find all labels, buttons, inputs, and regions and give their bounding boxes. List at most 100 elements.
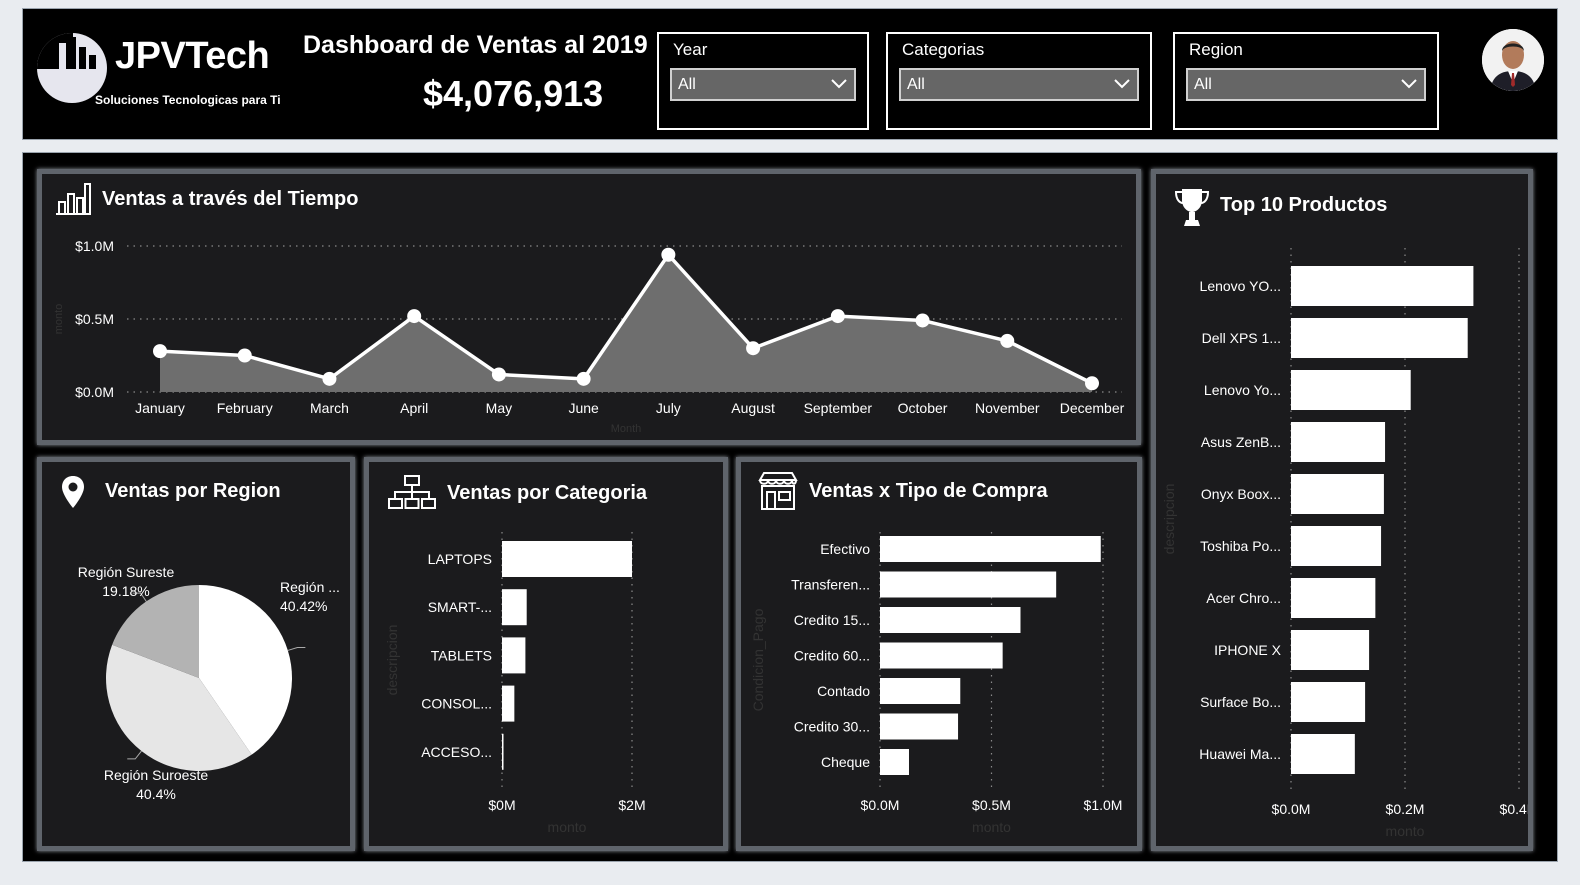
bar [1291, 318, 1468, 358]
data-point [407, 309, 422, 324]
category-label: TABLETS [431, 647, 492, 663]
panel-ventas-tiempo: Ventas a través del Tiempo $0.0M $0.5M $1.… [37, 169, 1141, 445]
category-label: Cheque [821, 754, 870, 770]
filter-region-dropdown[interactable]: All [1186, 68, 1426, 101]
x-tick-label: October [898, 400, 948, 416]
chevron-down-icon [1114, 79, 1130, 89]
bar [502, 637, 526, 674]
bar [880, 571, 1057, 598]
chevron-down-icon [1401, 79, 1417, 89]
x-tick-label: $0.0M [861, 797, 900, 813]
bar [1291, 682, 1366, 722]
dashboard-canvas: Ventas a través del Tiempo $0.0M $0.5M $1.… [22, 152, 1558, 862]
bar [1291, 734, 1355, 774]
slice-label: Región ... [280, 579, 340, 595]
x-tick-label: July [656, 400, 681, 416]
filter-region-value: All [1194, 76, 1212, 93]
filter-region: Region All [1173, 32, 1439, 130]
data-point [830, 309, 845, 324]
x-tick-label: March [310, 400, 349, 416]
data-point [576, 371, 591, 386]
brand-tagline: Soluciones Tecnologicas para Ti [95, 93, 281, 107]
bar [880, 607, 1021, 633]
bar-chart-icon [56, 183, 91, 215]
x-tick-label: December [1060, 400, 1125, 416]
panel-ventas-region: Ventas por Region Región ... 40.42% Región… [37, 457, 355, 851]
y-axis-title: descripcion [384, 625, 400, 696]
x-tick-label: February [217, 400, 273, 416]
chart-ventas-tiempo: $0.0M $0.5M $1.0M January February March April… [53, 238, 1125, 435]
bar [502, 589, 527, 626]
filter-categorias: Categorias All [886, 32, 1152, 130]
category-label: Credito 60... [794, 648, 870, 664]
header-bar: JPVTech Soluciones Tecnologicas para Ti … [22, 8, 1558, 140]
filter-year-dropdown[interactable]: All [670, 68, 856, 101]
x-tick-label: November [975, 400, 1040, 416]
x-tick-label: April [400, 400, 428, 416]
panel-ventas-categoria: Ventas por Categoria $0M $2M LAPTOPS SMART-… [364, 457, 728, 851]
y-axis-title: monto [53, 304, 65, 335]
bar [1291, 578, 1376, 618]
bar [502, 685, 515, 722]
y-axis-title: Condicion_Pago [750, 608, 766, 711]
filter-year-label: Year [673, 40, 708, 59]
bar [1291, 474, 1384, 514]
category-label: Credito 15... [794, 612, 870, 628]
bar [1291, 630, 1370, 670]
x-axis-title: monto [1386, 823, 1425, 839]
slice-percent: 19.18% [102, 583, 149, 599]
x-tick-label: $2M [618, 797, 645, 813]
bar [880, 713, 959, 740]
chart-ventas-tipo: $0.0M $0.5M $1.0M Efectivo Transferen... Cred… [750, 532, 1122, 835]
x-tick-label: January [135, 400, 185, 416]
category-label: Lenovo Yo... [1204, 382, 1281, 398]
bar [1291, 526, 1382, 566]
filter-region-label: Region [1189, 40, 1243, 59]
slice-percent: 40.4% [136, 786, 176, 802]
chevron-down-icon [831, 79, 847, 89]
x-tick-label: June [568, 400, 599, 416]
category-label: ACCESO... [421, 744, 492, 760]
leader-line [287, 646, 306, 651]
filter-categorias-dropdown[interactable]: All [899, 68, 1139, 101]
category-label: Toshiba Po... [1200, 538, 1281, 554]
x-tick-label: $0.0M [1272, 801, 1311, 817]
data-point [153, 344, 167, 359]
data-point [1085, 376, 1099, 391]
panel-ventas-tipo: Ventas x Tipo de Compra $0.0M $0.5M $1.0M E… [736, 457, 1142, 851]
user-avatar-icon[interactable] [1482, 29, 1544, 91]
category-label: Asus ZenB... [1201, 434, 1281, 450]
data-point [237, 348, 252, 363]
bar [880, 678, 961, 704]
category-label: SMART-... [428, 599, 492, 615]
page-title: Dashboard de Ventas al 2019 [303, 31, 648, 59]
y-tick-label: $1.0M [75, 238, 114, 254]
brand-name: JPVTech [115, 35, 270, 77]
x-axis-title: monto [972, 819, 1011, 835]
filter-categorias-label: Categorias [902, 40, 985, 59]
filter-year: Year All [657, 32, 869, 130]
x-axis-title: monto [548, 819, 587, 835]
y-tick-label: $0.0M [75, 384, 114, 400]
data-point [661, 247, 676, 262]
bar [1291, 422, 1386, 462]
total-sales-value: $4,076,913 [423, 73, 604, 114]
bar [502, 541, 632, 577]
x-tick-label: August [731, 400, 775, 416]
data-point [915, 313, 930, 328]
bar [880, 749, 909, 775]
x-tick-label: September [804, 400, 873, 416]
bar [1291, 266, 1474, 306]
category-label: Efectivo [820, 541, 870, 557]
category-label: Surface Bo... [1200, 694, 1281, 710]
data-point [322, 371, 337, 386]
category-label: Transferen... [791, 577, 870, 593]
slice-label: Región Sureste [78, 564, 175, 580]
chart-ventas-categoria: $0M $2M LAPTOPS SMART-... TABLETS CONSOL... AC… [384, 532, 646, 835]
slice-percent: 40.42% [280, 598, 327, 614]
bar [880, 536, 1101, 562]
x-tick-label: $0.4M [1500, 801, 1528, 817]
filter-categorias-value: All [907, 76, 925, 93]
x-tick-label: $0.2M [1386, 801, 1425, 817]
y-tick-label: $0.5M [75, 311, 114, 327]
